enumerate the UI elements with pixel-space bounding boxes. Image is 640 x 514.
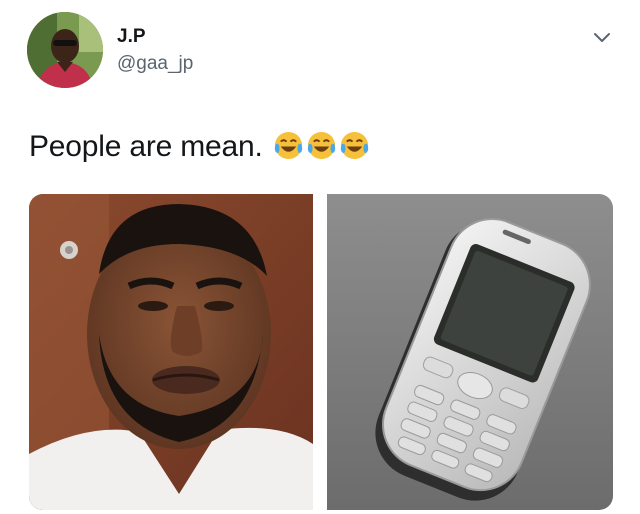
tweet-body: People are mean.: [29, 130, 263, 163]
tweet-media[interactable]: [29, 194, 613, 510]
tears-of-joy-emoji-icon: [273, 130, 304, 161]
media-divider: [313, 194, 327, 510]
photo-mobile-phone[interactable]: [327, 194, 613, 510]
avatar-photo: [27, 12, 103, 88]
display-name[interactable]: J.P: [117, 26, 146, 48]
tears-of-joy-emoji-icon: [339, 130, 370, 161]
tweet-text: People are mean.: [29, 130, 370, 164]
avatar[interactable]: [27, 12, 103, 88]
chevron-down-icon[interactable]: [592, 28, 612, 48]
user-handle[interactable]: @gaa_jp: [117, 53, 193, 75]
tears-of-joy-emoji-icon: [306, 130, 337, 161]
photo-man-face[interactable]: [29, 194, 313, 510]
